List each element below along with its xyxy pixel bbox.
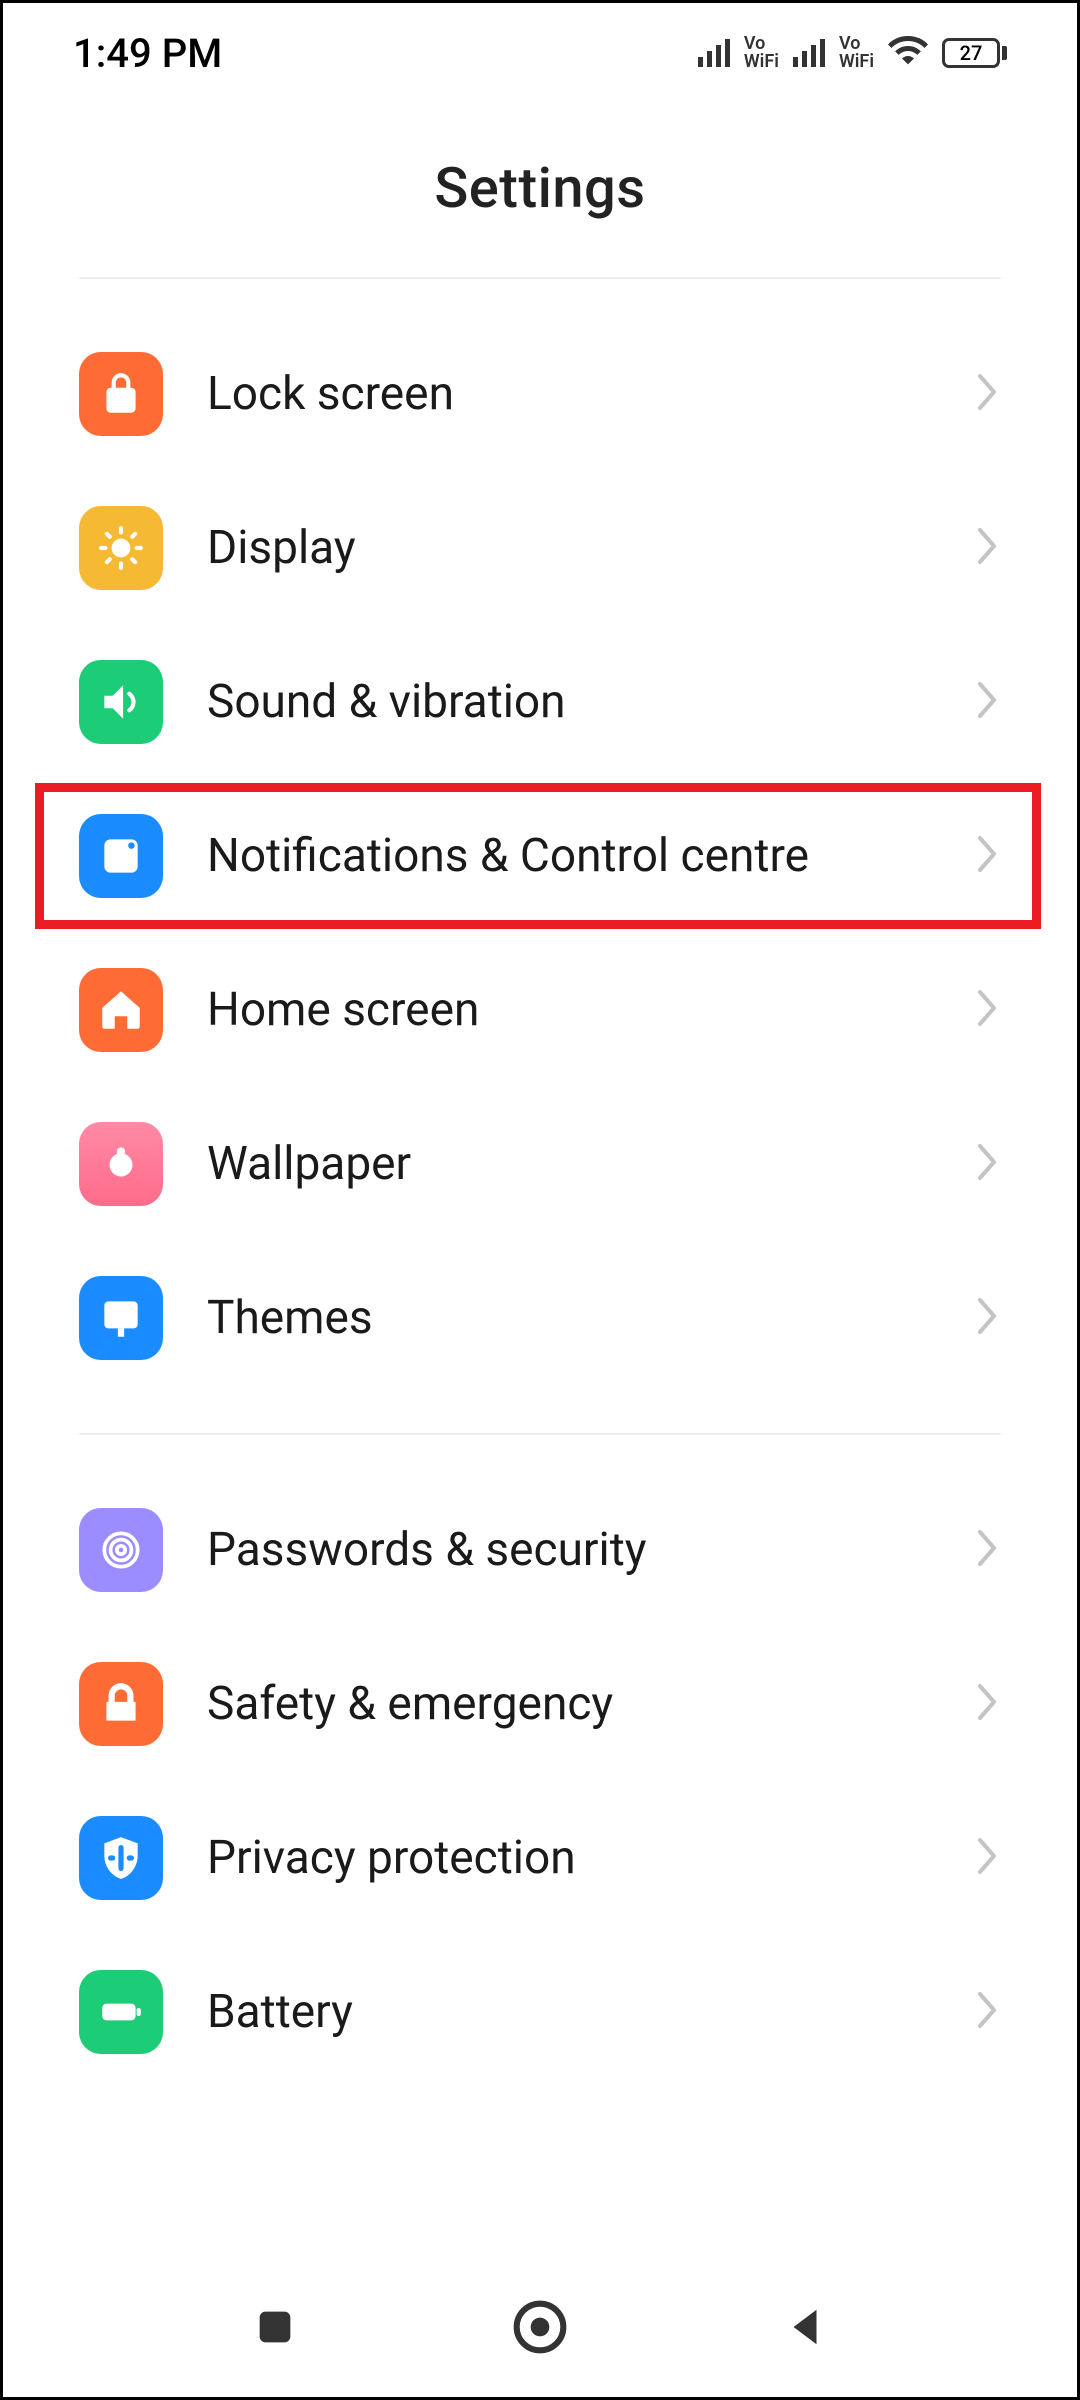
settings-item-lock-screen[interactable]: Lock screen — [3, 317, 1077, 471]
settings-item-notifications-control[interactable]: Notifications & Control centre — [3, 779, 1077, 933]
settings-item-label: Home screen — [207, 983, 929, 1037]
chevron-right-icon — [973, 1834, 1001, 1882]
wallpaper-icon — [79, 1122, 163, 1206]
vowifi-indicator-1: VoWiFi — [744, 35, 779, 71]
chevron-right-icon — [973, 524, 1001, 572]
safety-icon — [79, 1662, 163, 1746]
chevron-right-icon — [973, 1526, 1001, 1574]
sun-icon — [79, 506, 163, 590]
status-time: 1:49 PM — [73, 30, 222, 77]
vowifi-indicator-2: VoWiFi — [839, 35, 874, 71]
settings-group: Passwords & security Safety & emergency Pr… — [3, 1435, 1077, 2127]
signal-icon-1 — [698, 39, 730, 67]
chevron-right-icon — [973, 1988, 1001, 2036]
settings-item-label: Privacy protection — [207, 1831, 929, 1885]
nav-home-button[interactable] — [505, 2292, 575, 2362]
settings-item-label: Themes — [207, 1291, 929, 1345]
settings-item-safety-emergency[interactable]: Safety & emergency — [3, 1627, 1077, 1781]
chevron-right-icon — [973, 678, 1001, 726]
privacy-icon — [79, 1816, 163, 1900]
settings-item-label: Passwords & security — [207, 1523, 929, 1577]
settings-item-themes[interactable]: Themes — [3, 1241, 1077, 1395]
android-nav-bar — [3, 2257, 1077, 2397]
settings-item-wallpaper[interactable]: Wallpaper — [3, 1087, 1077, 1241]
lock-icon — [79, 352, 163, 436]
chevron-right-icon — [973, 986, 1001, 1034]
chevron-right-icon — [973, 832, 1001, 880]
status-bar: 1:49 PM VoWiFi VoWiFi 27 — [3, 3, 1077, 103]
page-header: Settings — [3, 103, 1077, 277]
wifi-icon — [888, 31, 928, 75]
settings-item-label: Sound & vibration — [207, 675, 929, 729]
chevron-right-icon — [973, 1140, 1001, 1188]
settings-group: Lock screen Display Sound & vibration Notif… — [3, 279, 1077, 1433]
settings-item-sound-vibration[interactable]: Sound & vibration — [3, 625, 1077, 779]
settings-item-passwords-security[interactable]: Passwords & security — [3, 1473, 1077, 1627]
settings-item-label: Safety & emergency — [207, 1677, 929, 1731]
nav-recent-button[interactable] — [240, 2292, 310, 2362]
settings-item-battery[interactable]: Battery — [3, 1935, 1077, 2089]
settings-item-label: Lock screen — [207, 367, 929, 421]
settings-item-label: Display — [207, 521, 929, 575]
notification-icon — [79, 814, 163, 898]
page-title: Settings — [3, 155, 1077, 221]
battery-level: 27 — [942, 38, 1000, 68]
battery-indicator: 27 — [942, 38, 1007, 68]
signal-icon-2 — [793, 39, 825, 67]
sound-icon — [79, 660, 163, 744]
settings-item-label: Wallpaper — [207, 1137, 929, 1191]
home-icon — [79, 968, 163, 1052]
settings-item-label: Battery — [207, 1985, 929, 2039]
settings-item-privacy-protection[interactable]: Privacy protection — [3, 1781, 1077, 1935]
nav-back-button[interactable] — [770, 2292, 840, 2362]
chevron-right-icon — [973, 1294, 1001, 1342]
chevron-right-icon — [973, 1680, 1001, 1728]
settings-item-label: Notifications & Control centre — [207, 829, 929, 883]
chevron-right-icon — [973, 370, 1001, 418]
settings-item-display[interactable]: Display — [3, 471, 1077, 625]
settings-item-home-screen[interactable]: Home screen — [3, 933, 1077, 1087]
settings-list: Lock screen Display Sound & vibration Notif… — [3, 279, 1077, 2127]
battery-icon — [79, 1970, 163, 2054]
fingerprint-icon — [79, 1508, 163, 1592]
themes-icon — [79, 1276, 163, 1360]
status-right: VoWiFi VoWiFi 27 — [698, 31, 1007, 75]
